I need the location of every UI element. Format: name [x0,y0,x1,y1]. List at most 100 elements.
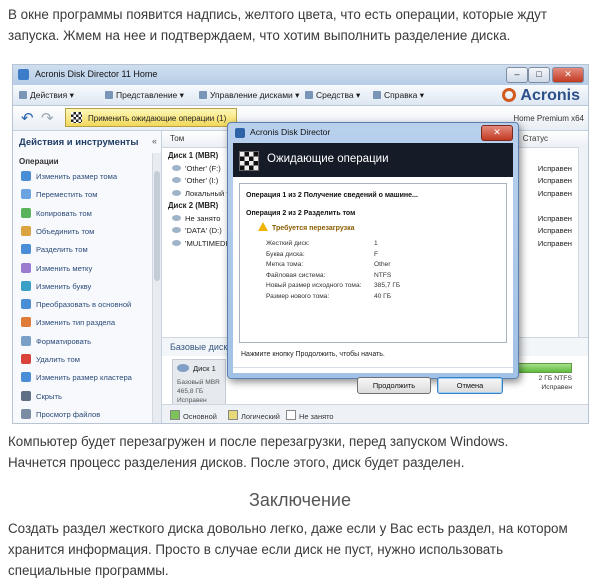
dialog-hint: Нажмите кнопку Продолжить, чтобы начать. [241,351,385,358]
column-volume[interactable]: Том [170,134,184,143]
sidebar-item[interactable]: Преобразовать в основной [21,299,131,312]
detail-value: 40 ГБ [374,292,392,300]
menu-tools[interactable]: Средства ▾ [305,90,360,101]
disk-name: Диск 1 [193,364,216,373]
volume-list-scrollbar[interactable] [578,147,588,337]
sidebar-item[interactable]: Изменить букву [21,280,92,294]
volume-name: Диск 2 (MBR) [168,201,219,210]
disk-director-screenshot: Acronis Disk Director 11 Home – □ ✕ Дейс… [12,64,589,424]
maximize-button[interactable]: □ [528,67,550,83]
volume-name: 'DATA' (D:) [185,226,222,235]
volume-row[interactable]: Не занято [172,214,220,223]
sidebar-item[interactable]: Скрыть [21,390,62,404]
volume-status: Исправен [537,213,572,223]
sidebar-item-label: Просмотр файлов [36,409,101,419]
app-icon [18,69,29,80]
detail-key: Метка тома: [266,261,304,268]
acronis-logo: Acronis [502,87,580,105]
column-status[interactable]: Статус [523,134,548,143]
minimize-button[interactable]: – [506,67,528,83]
undo-icon[interactable]: ↶ [21,109,34,127]
volume-status: Исправен [537,238,572,248]
menu-help[interactable]: Справка ▾ [373,90,424,101]
operation-icon [21,171,31,181]
sidebar-item-label: Разделить том [36,245,88,255]
volume-status: Исправен [537,188,572,198]
volume-row[interactable]: 'Other' (I:) [172,176,218,185]
sidebar-scrollbar[interactable] [152,153,161,423]
sidebar-item-label: Изменить букву [36,281,92,291]
legend-item: Основной [170,410,217,421]
sidebar-item[interactable]: Переместить том [21,189,97,202]
redo-icon[interactable]: ↷ [41,109,54,127]
conclusion-line-2: хранится информация. Просто в случае есл… [8,542,504,557]
operation-icon [21,335,31,346]
operation-icon [21,207,31,218]
acronis-logo-icon [502,88,517,102]
after-paragraph: Компьютер будет перезагружен и после пер… [8,431,594,473]
edition-label: Home Premium x64 [513,114,584,123]
volume-name: Диск 1 (MBR) [168,151,219,160]
sidebar-item[interactable]: Удалить том [21,354,80,367]
apply-pending-operations-button[interactable]: Применить ожидающие операции (1) [65,108,237,127]
sidebar-item[interactable]: Просмотр файлов [21,408,101,422]
sidebar-item[interactable]: Изменить размер кластера [21,372,132,385]
legend-label: Основной [183,412,217,421]
sidebar-item[interactable]: Копировать том [21,207,92,221]
operation-icon [21,299,31,310]
sidebar-item[interactable]: Форматировать [21,335,91,349]
sidebar-item[interactable]: Объединить том [21,225,94,239]
menu-view[interactable]: Представление ▾ [105,90,184,101]
dialog-body: Операция 1 из 2 Получение сведений о маш… [233,177,513,394]
volume-row[interactable]: 'DATA' (D:) [172,226,222,235]
sidebar-item[interactable]: Изменить метку [21,262,92,276]
pending-operations-dialog: Acronis Disk Director ✕ Ожидающие операц… [227,122,519,394]
volume-icon [172,239,181,246]
legend-item: Не занято [286,410,334,421]
actions-icon [19,91,27,99]
disk-icon [177,364,189,372]
intro-line-1: В окне программы появится надпись, желто… [8,7,547,22]
actions-sidebar: Действия и инструменты « Операции Измени… [13,131,162,423]
operation-icon [21,317,31,328]
menu-disk-management[interactable]: Управление дисками ▾ [199,90,299,101]
detail-value: 385,7 ГБ [374,282,401,289]
continue-button[interactable]: Продолжить [357,377,431,394]
volume-icon [172,164,181,171]
window-title: Acronis Disk Director 11 Home [35,69,158,79]
cancel-button[interactable]: Отмена [437,377,503,394]
after-line-1: Компьютер будет перезагружен и после пер… [8,434,509,449]
intro-paragraph: В окне программы появится надпись, желто… [8,4,594,46]
sidebar-item-label: Изменить тип раздела [36,318,116,328]
conclusion-line-1: Создать раздел жесткого диска довольно л… [8,521,568,536]
dialog-close-button[interactable]: ✕ [481,125,513,141]
disk-size: 465,8 ГБ [177,388,204,395]
volume-row[interactable]: 'Other' (F:) [172,164,221,173]
legend-item: Логический [228,410,280,421]
detail-key: Жесткий диск: [266,240,310,247]
operations-section-title: Операции [19,157,59,166]
sidebar-item[interactable]: Изменить размер тома [21,171,117,184]
menu-actions[interactable]: Действия ▾ [19,90,74,101]
sidebar-item-label: Переместить том [36,190,98,200]
sidebar-item[interactable]: Разделить том [21,244,88,257]
close-button[interactable]: ✕ [552,67,584,83]
partition-bar[interactable] [510,363,572,373]
disk-group-row[interactable]: Диск 2 (MBR) [168,201,218,210]
legend-swatch [286,410,296,420]
sidebar-item-label: Преобразовать в основной [36,300,132,310]
volume-icon [172,189,181,196]
disk-group-row[interactable]: Диск 1 (MBR) [168,151,218,160]
legend-label: Логический [241,412,280,421]
detail-value: NTFS [374,271,392,279]
disk-type: Базовый MBR [177,379,220,386]
sidebar-item[interactable]: Изменить тип раздела [21,317,115,330]
dialog-app-icon [235,128,245,138]
dialog-title: Acronis Disk Director [250,127,331,137]
collapse-icon[interactable]: « [152,136,157,146]
operation-1: Операция 1 из 2 Получение сведений о маш… [246,192,418,199]
volume-icon [172,177,181,183]
checkered-flag-icon [71,112,82,123]
legend-label: Не занято [299,412,334,421]
sidebar-scrollbar-thumb[interactable] [154,171,160,281]
